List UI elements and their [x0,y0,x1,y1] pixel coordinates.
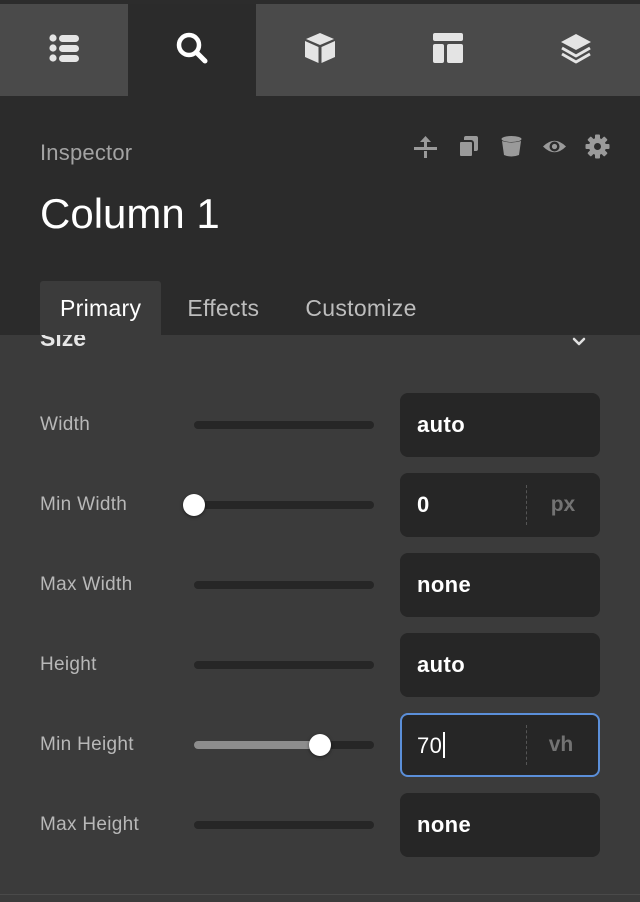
panel-bottom-edge [0,894,640,902]
layout-icon [430,30,466,71]
move-up-icon [413,134,438,164]
duplicate-icon [456,134,481,164]
max-width-slider[interactable] [194,581,374,589]
min-height-slider-fill [194,741,320,749]
min-height-slider-handle[interactable] [309,734,331,756]
width-field[interactable]: auto [400,393,600,457]
section-header-size[interactable]: Size [40,335,600,351]
delete-icon [499,134,524,164]
tab-primary[interactable]: Primary [40,281,162,335]
delete-button[interactable] [499,134,524,164]
max-height-field[interactable]: none [400,793,600,857]
tab-layout[interactable] [384,4,512,96]
max-height-row: Max Height none [0,793,640,857]
inspector-header: Inspector Column 1 Primary Effects Custo… [0,96,640,335]
width-row: Width auto [0,393,640,457]
duplicate-button[interactable] [456,134,481,164]
tab-customize[interactable]: Customize [279,281,436,335]
max-width-label: Max Width [40,574,133,595]
width-value[interactable]: auto [400,412,600,438]
page-title: Column 1 [40,190,220,237]
min-height-slider[interactable] [194,734,374,756]
min-width-slider[interactable] [183,494,374,516]
tab-structure[interactable] [0,4,128,96]
layers-icon [558,30,594,71]
inspector-label: Inspector [40,140,133,165]
min-height-row: Min Height 70 vh [0,713,640,777]
cube-icon [302,30,338,71]
max-width-row: Max Width none [0,553,640,617]
section-title: Size [40,335,87,351]
min-width-row: Min Width 0 px [0,473,640,537]
min-height-label: Min Height [40,734,134,755]
min-width-label: Min Width [40,494,128,515]
list-icon [46,30,82,71]
width-label: Width [40,414,91,435]
chevron-down-icon[interactable] [572,337,586,347]
min-height-value-text: 70 [417,732,443,758]
max-width-value[interactable]: none [400,572,600,598]
height-slider[interactable] [194,661,374,669]
inspector-tabs: Primary Effects Customize [40,281,437,335]
search-icon [174,30,210,71]
top-toolbar [0,4,640,96]
max-height-label: Max Height [40,814,140,835]
text-caret [443,731,446,758]
max-height-value[interactable]: none [400,812,600,838]
min-height-field[interactable]: 70 vh [400,713,600,777]
settings-icon [585,134,610,164]
height-field[interactable]: auto [400,633,600,697]
height-row: Height auto [0,633,640,697]
width-slider[interactable] [194,421,374,429]
tab-layers[interactable] [512,4,640,96]
tab-effects[interactable]: Effects [161,281,279,335]
visibility-button[interactable] [542,136,567,161]
min-width-slider-handle[interactable] [183,494,205,516]
max-width-field[interactable]: none [400,553,600,617]
tab-inspector[interactable] [128,4,256,96]
height-value[interactable]: auto [400,652,600,678]
min-width-field[interactable]: 0 px [400,473,600,537]
height-label: Height [40,654,97,675]
tab-elements[interactable] [256,4,384,96]
inspector-actions [413,134,610,164]
move-up-button[interactable] [413,134,438,164]
visibility-icon [542,134,567,164]
min-width-unit[interactable]: px [526,473,600,537]
settings-button[interactable] [585,134,610,164]
max-height-slider[interactable] [194,821,374,829]
min-height-unit[interactable]: vh [524,715,598,775]
